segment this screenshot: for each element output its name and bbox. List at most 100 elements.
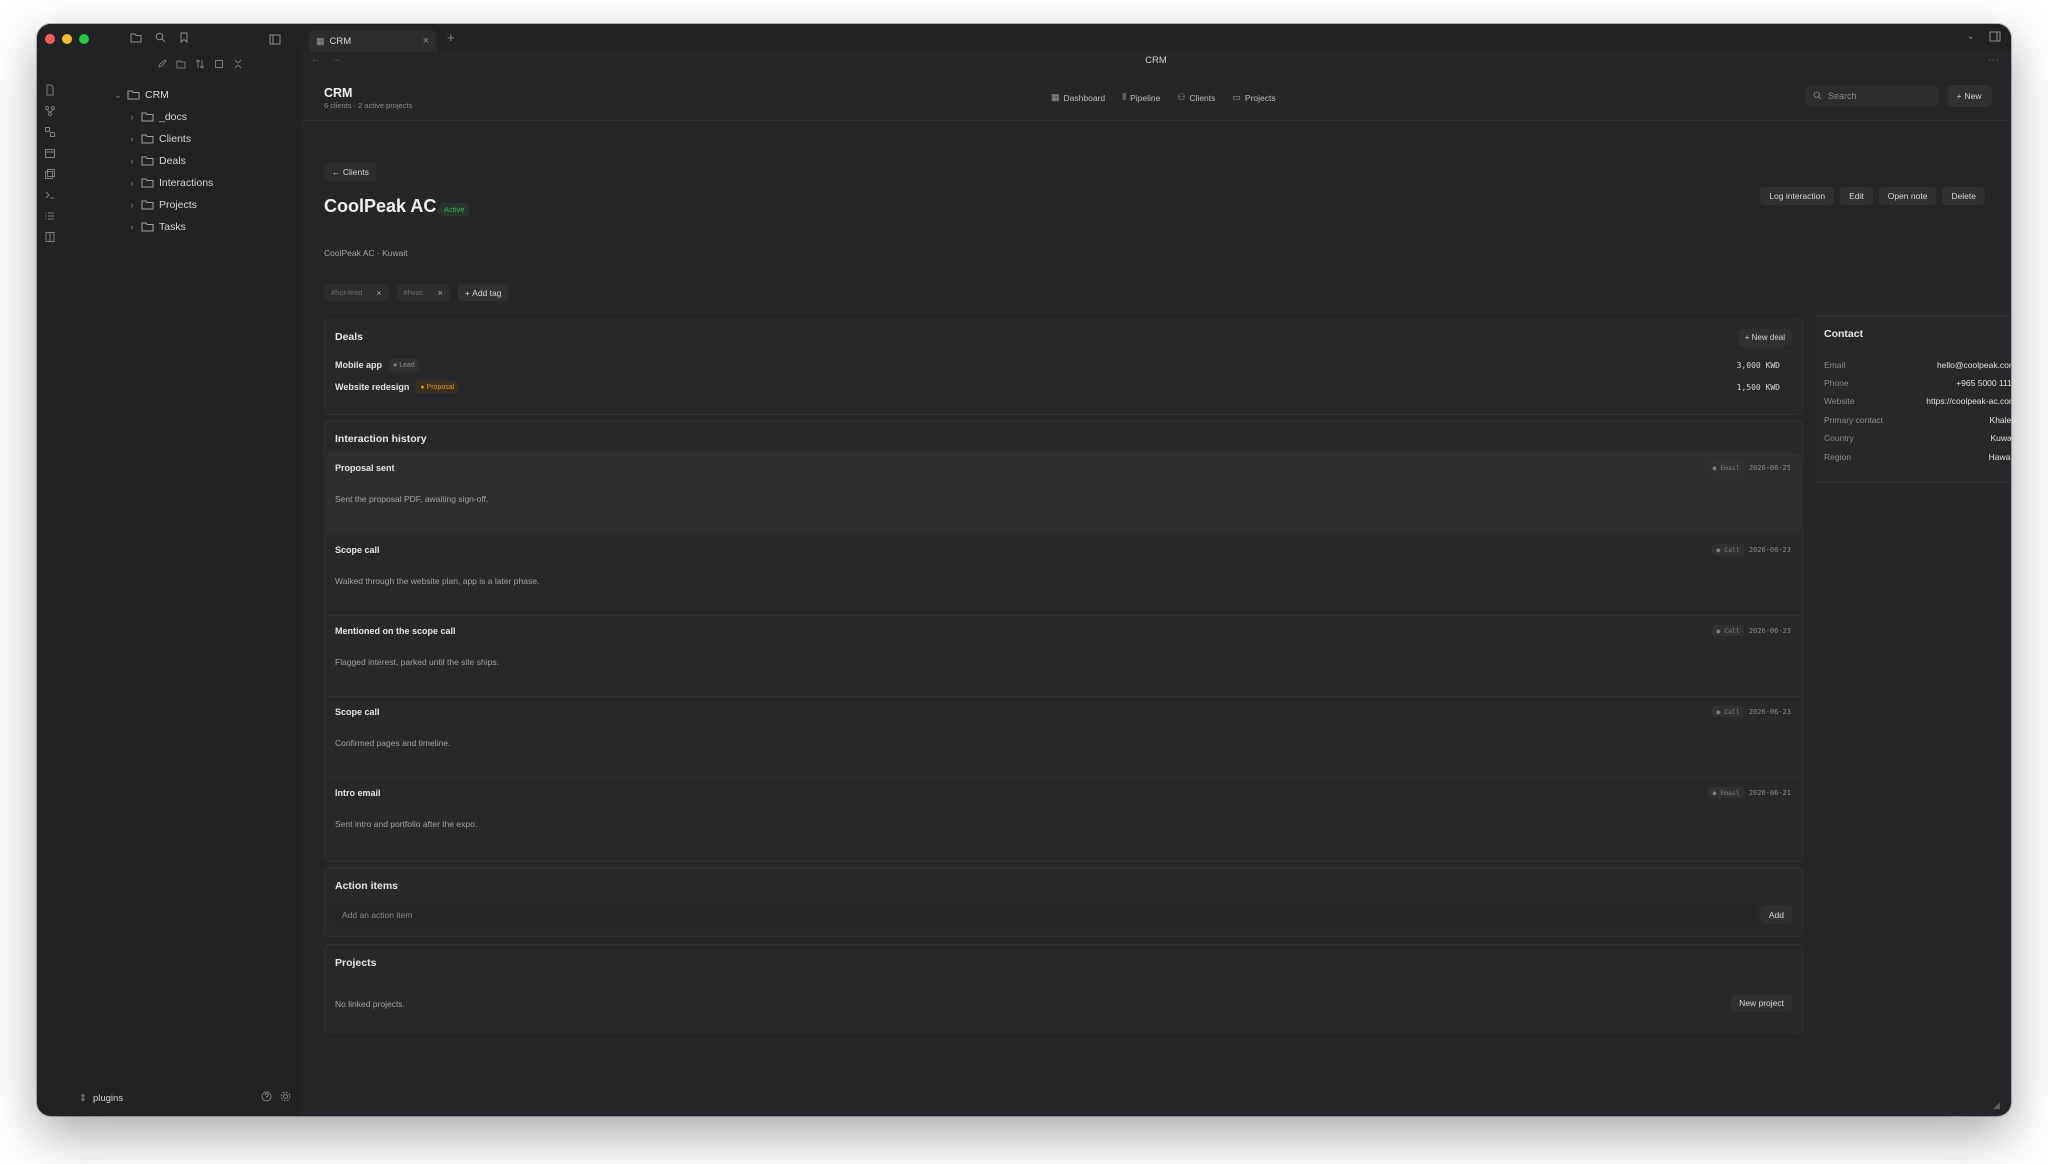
ribbon xyxy=(37,24,66,1116)
tree-folder-docs[interactable]: › _docs xyxy=(65,106,301,128)
canvas-icon[interactable] xyxy=(44,126,56,138)
more-options-icon[interactable]: ⋯ xyxy=(1988,53,1999,66)
deal-row[interactable]: Mobile app ● Lead 3,000 KWD xyxy=(335,357,1780,373)
deal-row[interactable]: Website redesign ● Proposal 1,500 KWD xyxy=(335,379,1780,395)
window-controls xyxy=(45,34,89,44)
minimize-window-button[interactable] xyxy=(62,34,72,44)
interaction-date: 2026-06-23 xyxy=(1748,707,1791,716)
tree-folder-projects[interactable]: › Projects xyxy=(65,194,301,216)
graph-icon[interactable] xyxy=(44,105,56,117)
terminal-icon[interactable] xyxy=(44,189,56,201)
file-tree: ⌄ CRM › _docs › Clients › Deals › Intera… xyxy=(65,84,301,238)
contact-value[interactable]: https://coolpeak-ac.com xyxy=(1926,396,2011,408)
interaction-desc: Sent the proposal PDF, awaiting sign-off… xyxy=(335,494,489,504)
deal-stage-label: Proposal xyxy=(426,383,455,391)
chevron-right-icon: › xyxy=(130,134,134,144)
nav-clients[interactable]: ⚇ Clients xyxy=(1177,92,1215,103)
file-icon[interactable] xyxy=(44,84,56,96)
tree-folder-interactions[interactable]: › Interactions xyxy=(65,172,301,194)
list-icon[interactable] xyxy=(44,210,56,222)
tree-label: Clients xyxy=(159,133,192,145)
interaction-item[interactable]: Proposal sent Sent the proposal PDF, awa… xyxy=(326,453,1801,533)
new-project-button[interactable]: New project xyxy=(1731,994,1792,1012)
delete-button[interactable]: Delete xyxy=(1942,187,1985,205)
nav-projects[interactable]: ▭ Projects xyxy=(1232,92,1275,103)
nav-dashboard[interactable]: ▦ Dashboard xyxy=(1051,92,1105,103)
tree-label: CRM xyxy=(145,89,169,101)
new-folder-icon[interactable] xyxy=(174,57,188,71)
help-icon[interactable] xyxy=(261,1091,272,1105)
contact-value[interactable]: +965 5000 1111 xyxy=(1956,378,2011,390)
close-window-button[interactable] xyxy=(45,34,55,44)
crm-subtitle: 6 clients · 2 active projects xyxy=(324,101,413,110)
add-tag-button[interactable]: + Add tag xyxy=(457,284,509,301)
search-icon[interactable] xyxy=(153,30,167,44)
vault-switcher[interactable]: ⇕ plugins xyxy=(79,1093,123,1104)
interaction-type-badge: ● Email xyxy=(1708,787,1744,798)
new-button[interactable]: + New xyxy=(1947,85,1991,107)
tree-label: Projects xyxy=(159,199,197,211)
remove-tag-icon[interactable]: × xyxy=(376,288,381,298)
action-item-input[interactable]: Add an action item xyxy=(335,905,1756,924)
nav-pipeline[interactable]: ⦀ Pipeline xyxy=(1122,92,1160,103)
back-to-clients-button[interactable]: ← Clients xyxy=(324,163,377,181)
new-deal-button[interactable]: + New deal xyxy=(1737,329,1792,346)
sidebar-toggle-icon[interactable] xyxy=(269,32,281,50)
resize-handle-icon[interactable]: ◢ xyxy=(1993,1100,2003,1110)
close-tab-icon[interactable]: × xyxy=(423,35,429,47)
interaction-item[interactable]: Mentioned on the scope call Flagged inte… xyxy=(326,615,1801,696)
open-note-button[interactable]: Open note xyxy=(1878,187,1937,205)
folder-open-icon xyxy=(127,90,140,100)
contact-label: Website xyxy=(1824,396,1855,406)
tree-label: Interactions xyxy=(159,177,214,189)
tree-folder-deals[interactable]: › Deals xyxy=(65,150,301,172)
calendar-icon[interactable] xyxy=(44,147,56,159)
remove-tag-icon[interactable]: × xyxy=(438,288,443,298)
contact-row-email: Email hello@coolpeak.com xyxy=(1824,360,2011,372)
chevron-down-icon[interactable]: ⌄ xyxy=(1967,31,1975,45)
interaction-type-badge: ● Call xyxy=(1712,544,1744,555)
folder-icon xyxy=(141,222,154,232)
search-placeholder: Search xyxy=(1828,91,1857,101)
new-deal-label: New deal xyxy=(1751,333,1785,342)
crm-header: CRM 6 clients · 2 active projects ▦ Dashb… xyxy=(301,70,2011,121)
contact-row-website: Website https://coolpeak-ac.com xyxy=(1824,396,2011,408)
interaction-desc: Confirmed pages and timeline. xyxy=(335,738,451,748)
collapse-all-icon[interactable] xyxy=(231,57,245,71)
sort-icon[interactable] xyxy=(193,57,207,71)
bookmark-icon[interactable] xyxy=(177,30,191,44)
edit-button[interactable]: Edit xyxy=(1840,187,1873,205)
new-note-icon[interactable] xyxy=(155,57,169,71)
contact-row-country: Country Kuwait xyxy=(1824,433,2011,445)
right-sidebar-toggle-icon[interactable] xyxy=(1989,31,2001,45)
interaction-item[interactable]: Scope call Confirmed pages and timeline.… xyxy=(326,696,1801,777)
contact-row-region: Region Hawalli xyxy=(1824,452,2011,464)
add-action-item-button[interactable]: Add xyxy=(1760,905,1792,924)
tree-label: Deals xyxy=(159,155,186,167)
file-explorer-sidebar: ⌄ CRM › _docs › Clients › Deals › Intera… xyxy=(45,24,302,1116)
auto-reveal-icon[interactable] xyxy=(212,57,226,71)
interaction-item[interactable]: Scope call Walked through the website pl… xyxy=(326,534,1801,615)
tree-folder-crm[interactable]: ⌄ CRM xyxy=(65,84,301,106)
maximize-window-button[interactable] xyxy=(79,34,89,44)
tab-crm[interactable]: ▦ CRM × xyxy=(309,30,437,52)
search-input[interactable]: Search xyxy=(1805,85,1939,107)
users-icon: ⚇ xyxy=(1177,92,1186,102)
interaction-desc: Flagged interest, parked until the site … xyxy=(335,657,499,667)
folder-icon: ▭ xyxy=(1232,92,1241,102)
interaction-item[interactable]: Intro email Sent intro and portfolio aft… xyxy=(326,777,1801,858)
vault-switcher-bar: ⇕ plugins xyxy=(65,1088,301,1108)
book-icon[interactable] xyxy=(44,231,56,243)
folder-icon[interactable] xyxy=(129,30,143,44)
new-tab-icon[interactable]: + xyxy=(447,30,455,45)
contact-label: Phone xyxy=(1824,378,1849,388)
chevron-right-icon: › xyxy=(130,112,134,122)
tree-folder-tasks[interactable]: › Tasks xyxy=(65,216,301,238)
contact-value: Khaled xyxy=(1989,415,2011,425)
contact-value[interactable]: hello@coolpeak.com xyxy=(1937,360,2011,372)
tree-folder-clients[interactable]: › Clients xyxy=(65,128,301,150)
settings-icon[interactable] xyxy=(280,1091,291,1105)
interaction-desc: Sent intro and portfolio after the expo. xyxy=(335,819,478,829)
log-interaction-button[interactable]: Log interaction xyxy=(1760,187,1835,205)
copy-icon[interactable] xyxy=(44,168,56,180)
